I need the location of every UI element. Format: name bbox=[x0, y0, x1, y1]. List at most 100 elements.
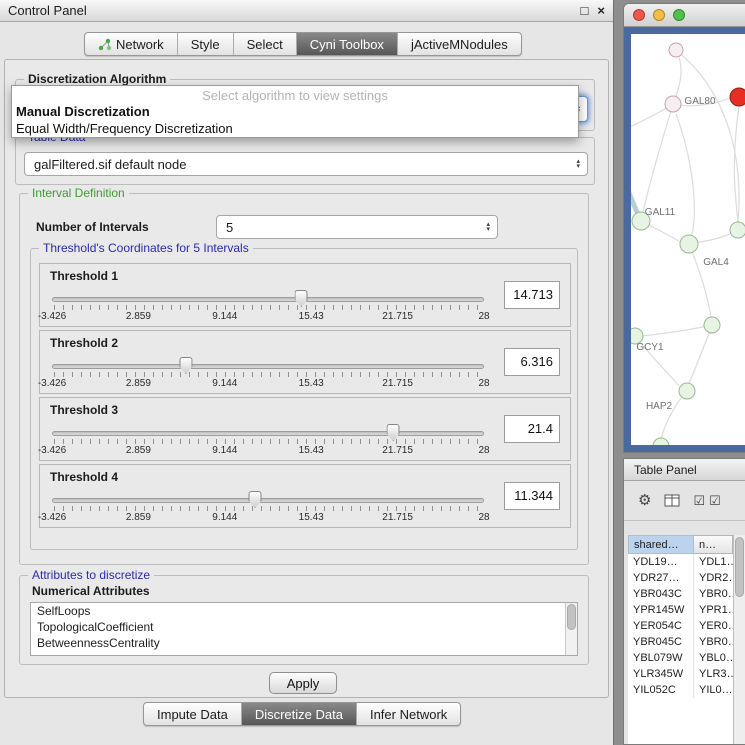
threshold-value-field[interactable]: 14.713 bbox=[504, 281, 560, 309]
tab-impute-data[interactable]: Impute Data bbox=[144, 703, 242, 725]
attributes-scrollbar[interactable] bbox=[565, 603, 577, 655]
select-none-checkbox-icon[interactable]: ☑ bbox=[709, 493, 721, 508]
cell-name[interactable]: YDR2… bbox=[694, 570, 733, 586]
minimize-traffic-light-icon[interactable] bbox=[653, 9, 665, 21]
threshold-slider[interactable]: -3.4262.8599.14415.4321.71528 bbox=[52, 288, 484, 324]
threshold-value-field[interactable]: 21.4 bbox=[504, 415, 560, 443]
column-header-shared-name[interactable]: shared… bbox=[628, 535, 694, 554]
tab-infer-network[interactable]: Infer Network bbox=[357, 703, 460, 725]
tick-label: 28 bbox=[478, 378, 489, 389]
tab-discretize-data[interactable]: Discretize Data bbox=[242, 703, 357, 725]
threshold-value-field[interactable]: 6.316 bbox=[504, 348, 560, 376]
cell-shared-name[interactable]: YLR345W bbox=[628, 666, 694, 682]
selected-network-node[interactable] bbox=[730, 88, 745, 106]
table-scrollbar[interactable] bbox=[733, 535, 745, 744]
tab-label: Network bbox=[116, 37, 164, 52]
table-row[interactable]: YDR27…YDR2… bbox=[628, 570, 733, 586]
table-data-combobox[interactable]: galFiltered.sif default node ▴▾ bbox=[24, 152, 588, 176]
cell-shared-name[interactable]: YDL19… bbox=[628, 554, 694, 570]
cell-name[interactable]: YER0… bbox=[694, 618, 733, 634]
settings-gear-icon[interactable]: ⚙ bbox=[638, 493, 651, 508]
tab-network[interactable]: Network bbox=[85, 33, 178, 55]
table-row[interactable]: YIL052CYIL0… bbox=[628, 682, 733, 698]
tab-jactivemnodules[interactable]: jActiveMNodules bbox=[398, 33, 521, 55]
number-of-intervals-combobox[interactable]: 5 ▴▾ bbox=[216, 215, 498, 239]
network-node[interactable] bbox=[669, 43, 683, 57]
network-node[interactable] bbox=[704, 317, 720, 333]
cell-shared-name[interactable]: YER054C bbox=[628, 618, 694, 634]
table-row[interactable]: YBL079WYBL0… bbox=[628, 650, 733, 666]
attribute-list-item[interactable]: SelfLoops bbox=[31, 603, 577, 619]
cell-name[interactable]: YBR0… bbox=[694, 634, 733, 650]
table-body: YDL19…YDL1…YDR27…YDR2…YBR043CYBR0…YPR145… bbox=[628, 554, 733, 744]
threshold-slider[interactable]: -3.4262.8599.14415.4321.71528 bbox=[52, 355, 484, 391]
close-icon[interactable]: × bbox=[597, 4, 605, 17]
tab-label: Impute Data bbox=[157, 707, 228, 722]
slider-track[interactable] bbox=[52, 364, 484, 369]
slider-tick-marks bbox=[54, 506, 482, 511]
control-panel-titlebar: Control Panel □ × bbox=[0, 0, 613, 22]
algorithm-group-title: Discretization Algorithm bbox=[24, 72, 170, 86]
scrollbar-thumb[interactable] bbox=[735, 537, 744, 597]
table-header-row: shared… n… bbox=[628, 535, 733, 554]
table-row[interactable]: YBR043CYBR0… bbox=[628, 586, 733, 602]
threshold-slider[interactable]: -3.4262.8599.14415.4321.71528 bbox=[52, 489, 484, 525]
node-label-gal80: GAL80 bbox=[684, 96, 716, 107]
select-all-checkbox-icon[interactable]: ☑ bbox=[693, 493, 705, 508]
thresholds-group: Threshold's Coordinates for 5 Intervals … bbox=[30, 248, 578, 550]
slider-track[interactable] bbox=[52, 297, 484, 302]
tab-style[interactable]: Style bbox=[178, 33, 234, 55]
dropdown-option-manual-discretization[interactable]: Manual Discretization bbox=[12, 103, 578, 120]
cell-name[interactable]: YBL0… bbox=[694, 650, 733, 666]
table-row[interactable]: YPR145WYPR1… bbox=[628, 602, 733, 618]
network-graph[interactable]: GAL80GAL11GAL4GCY1HAP2 bbox=[631, 34, 745, 445]
table-data-group: Table Data galFiltered.sif default node … bbox=[15, 137, 595, 185]
tick-label: 21.715 bbox=[382, 311, 413, 322]
scrollbar-thumb[interactable] bbox=[567, 604, 576, 630]
column-header-name[interactable]: n… bbox=[694, 535, 733, 554]
cell-shared-name[interactable]: YBL079W bbox=[628, 650, 694, 666]
tab-select[interactable]: Select bbox=[234, 33, 297, 55]
tab-cyni-toolbox[interactable]: Cyni Toolbox bbox=[297, 33, 398, 55]
cell-shared-name[interactable]: YIL052C bbox=[628, 682, 694, 698]
dropdown-option-equal-width-frequency[interactable]: Equal Width/Frequency Discretization bbox=[12, 120, 578, 137]
cell-shared-name[interactable]: YBR043C bbox=[628, 586, 694, 602]
float-window-icon[interactable]: □ bbox=[581, 4, 589, 17]
table-row[interactable]: YDL19…YDL1… bbox=[628, 554, 733, 570]
cell-name[interactable]: YLR3… bbox=[694, 666, 733, 682]
cell-name[interactable]: YPR1… bbox=[694, 602, 733, 618]
attributes-group: Attributes to discretize Numerical Attri… bbox=[19, 575, 589, 665]
network-node[interactable] bbox=[653, 438, 669, 445]
cell-shared-name[interactable]: YDR27… bbox=[628, 570, 694, 586]
threshold-3-panel: Threshold 3-3.4262.8599.14415.4321.71528… bbox=[39, 397, 571, 461]
network-node[interactable] bbox=[679, 383, 695, 399]
table-data-value: galFiltered.sif default node bbox=[34, 157, 186, 172]
tick-label: 21.715 bbox=[382, 378, 413, 389]
cell-name[interactable]: YBR0… bbox=[694, 586, 733, 602]
threshold-slider[interactable]: -3.4262.8599.14415.4321.71528 bbox=[52, 422, 484, 458]
close-traffic-light-icon[interactable] bbox=[633, 9, 645, 21]
tick-label: -3.426 bbox=[38, 378, 66, 389]
table-row[interactable]: YBR045CYBR0… bbox=[628, 634, 733, 650]
threshold-value-field[interactable]: 11.344 bbox=[504, 482, 560, 510]
network-node[interactable] bbox=[680, 235, 698, 253]
network-canvas[interactable]: GAL80GAL11GAL4GCY1HAP2 bbox=[631, 34, 745, 445]
cell-shared-name[interactable]: YPR145W bbox=[628, 602, 694, 618]
show-columns-icon[interactable] bbox=[664, 494, 680, 507]
network-node[interactable] bbox=[730, 222, 745, 238]
table-row[interactable]: YLR345WYLR3… bbox=[628, 666, 733, 682]
cell-shared-name[interactable]: YBR045C bbox=[628, 634, 694, 650]
slider-track[interactable] bbox=[52, 498, 484, 503]
attribute-list-item[interactable]: BetweennessCentrality bbox=[31, 635, 577, 651]
slider-track[interactable] bbox=[52, 431, 484, 436]
control-panel-tab-bar: Network StyleSelectCyni ToolboxjActiveMNo… bbox=[84, 32, 522, 56]
attribute-list-item[interactable]: TopologicalCoefficient bbox=[31, 619, 577, 635]
network-node[interactable] bbox=[665, 96, 681, 112]
apply-button[interactable]: Apply bbox=[269, 672, 337, 694]
cell-name[interactable]: YIL0… bbox=[694, 682, 733, 698]
slider-tick-labels: -3.4262.8599.14415.4321.71528 bbox=[52, 512, 484, 524]
tick-label: 9.144 bbox=[212, 311, 237, 322]
zoom-traffic-light-icon[interactable] bbox=[673, 9, 685, 21]
cell-name[interactable]: YDL1… bbox=[694, 554, 733, 570]
table-row[interactable]: YER054CYER0… bbox=[628, 618, 733, 634]
